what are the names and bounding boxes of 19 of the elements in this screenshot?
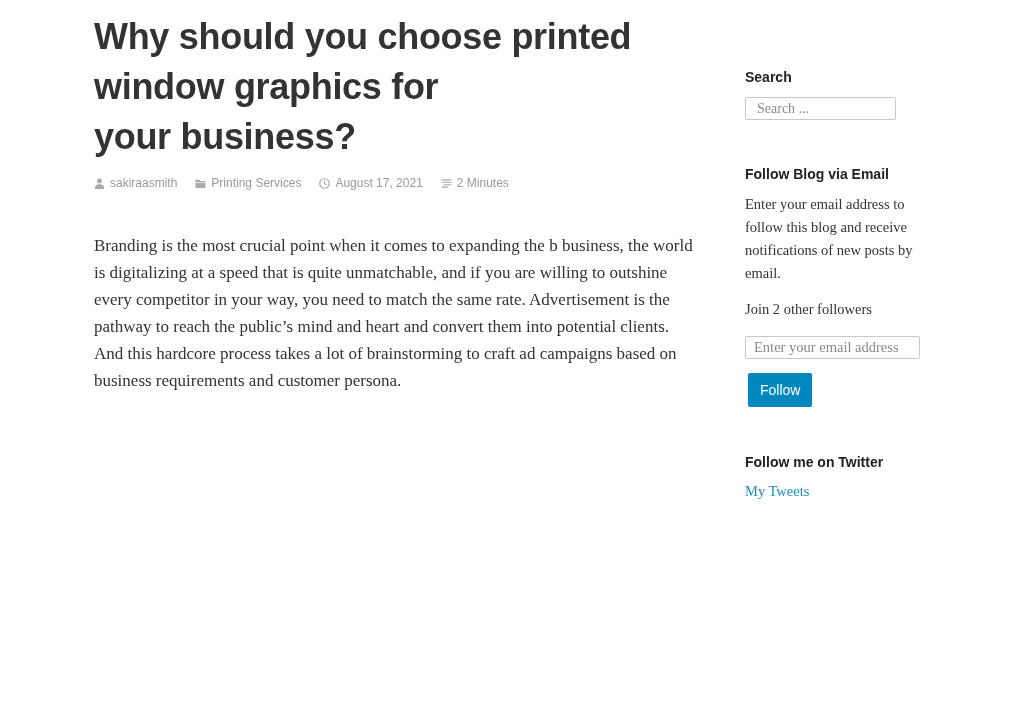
post-title: Why should you choose printed window graphics for your business? [94,15,632,159]
follow-heading: Follow Blog via Email [745,165,890,184]
search-heading: Search [745,68,793,87]
person-icon [94,177,105,189]
reading-time: 2 Minutes [456,176,509,190]
folder-icon [195,177,207,189]
email-field[interactable]: Enter your email address [745,336,920,359]
clock-icon [319,177,331,189]
date-link[interactable]: August 17, 2021 [335,176,423,190]
category-link[interactable]: Printing Services [211,176,302,190]
tweets-link[interactable]: My Tweets [745,480,810,503]
twitter-heading: Follow me on Twitter [745,453,885,472]
author-link[interactable]: sakiraasmith [110,176,178,190]
followers-count: Join 2 other followers [745,300,873,319]
follow-description: Enter your email address to follow this blog and receive notifications of new posts by email. [745,195,914,283]
lines-icon [440,177,452,189]
search-field[interactable]: Search ... [745,97,896,120]
follow-button[interactable]: Follow [748,373,813,407]
post-body-text: Branding is the most crucial point when it comes to expanding the b business, the world is digitalizing at a speed that is quite unmatchable, and if you are willing to outshine every competitor in your way, you need to match the same rate. Advertisement is the pathway to reach the public’s mind and heart and convert them into potential clients. And this hardcore process takes a lot of brainstorming to craft ad campaigns based on business requirements and customer persona. [94,235,694,392]
